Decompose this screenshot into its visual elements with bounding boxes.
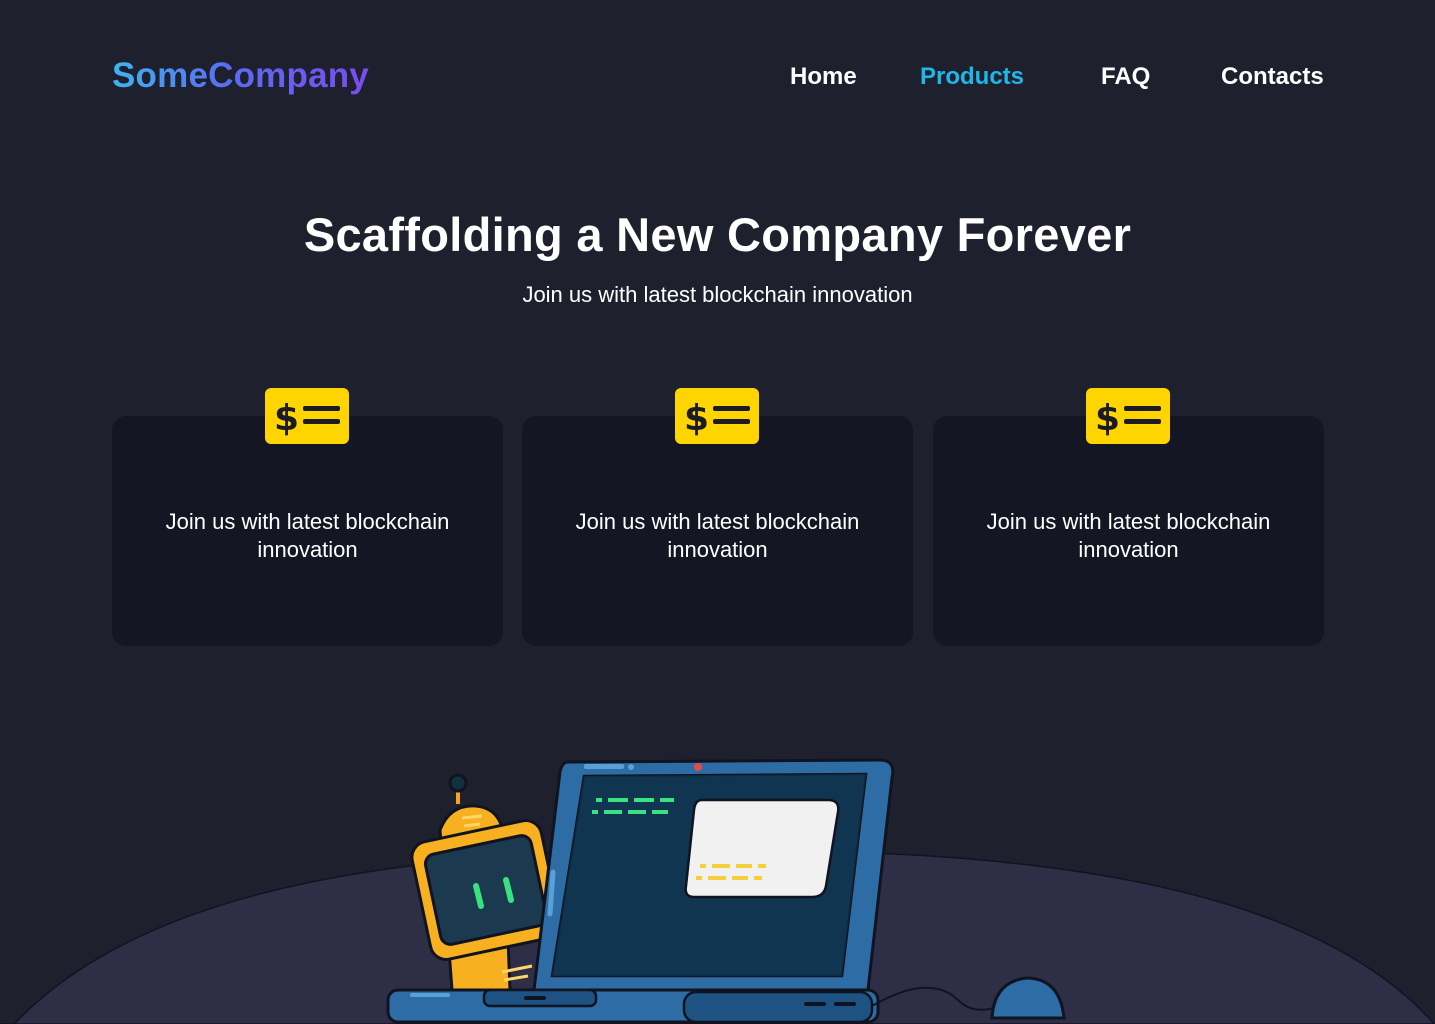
landing-page: SomeCompany Home Products FAQ Contacts S… — [0, 0, 1435, 1024]
svg-text:$: $ — [684, 398, 709, 439]
robot-laptop-illustration — [0, 758, 1435, 1024]
card-text: Join us with latest blockchain innovatio… — [986, 509, 1271, 562]
dollar-list-icon: $ — [675, 388, 759, 444]
feature-card: $ Join us with latest blockchain innovat… — [522, 388, 913, 646]
dollar-list-icon: $ — [1086, 388, 1170, 444]
site-header: SomeCompany Home Products FAQ Contacts — [0, 0, 1435, 160]
main-nav: Home Products FAQ Contacts — [790, 63, 1331, 91]
card-text: Join us with latest blockchain innovatio… — [165, 509, 450, 562]
nav-faq[interactable]: FAQ — [1101, 63, 1151, 91]
brand-logo[interactable]: SomeCompany — [112, 56, 369, 96]
svg-text:$: $ — [1095, 398, 1120, 439]
nav-home[interactable]: Home — [790, 63, 861, 91]
card-text: Join us with latest blockchain innovatio… — [575, 509, 860, 562]
hero-subtitle: Join us with latest blockchain innovatio… — [522, 282, 913, 307]
svg-text:$: $ — [274, 398, 299, 439]
nav-contacts[interactable]: Contacts — [1221, 63, 1331, 91]
feature-card: $ Join us with latest blockchain innovat… — [112, 388, 503, 646]
feature-card: $ Join us with latest blockchain innovat… — [933, 388, 1324, 646]
dollar-list-icon: $ — [265, 388, 349, 444]
hero-title: Scaffolding a New Company Forever — [303, 208, 1132, 261]
nav-products[interactable]: Products — [920, 63, 1030, 91]
